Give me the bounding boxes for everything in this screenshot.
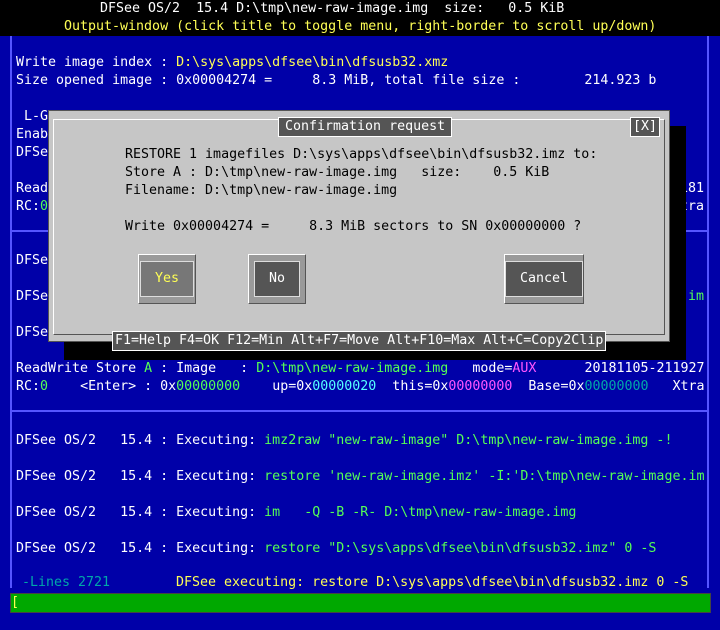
output-line: DFSe: [16, 253, 49, 268]
cancel-button[interactable]: Cancel: [504, 254, 584, 304]
no-button[interactable]: No: [248, 254, 306, 304]
readwrite-line: ReadWrite Store A : Image : D:\tmp\new-r…: [16, 361, 705, 376]
yes-button[interactable]: Yes: [138, 254, 196, 304]
dialog-message-line: Store A : D:\tmp\new-raw-image.img size:…: [125, 165, 550, 180]
exec-line: DFSee OS/2 15.4 : Executing: imz2raw "ne…: [16, 433, 673, 448]
output-line: DFSe: [16, 325, 49, 340]
command-bracket: [: [11, 595, 20, 610]
output-line: L-G: [16, 109, 49, 124]
command-input[interactable]: [: [10, 593, 711, 613]
output-line: Write image index : D:\sys\apps\dfsee\bi…: [16, 55, 449, 70]
frame-left: [10, 36, 12, 588]
dialog-message-line: Write 0x00004274 = 8.3 MiB sectors to SN…: [125, 219, 582, 234]
exec-line: DFSee OS/2 15.4 : Executing: restore "D:…: [16, 541, 657, 556]
dialog-frame: Confirmation request [X] RESTORE 1 image…: [53, 117, 665, 351]
output-line: RC:0: [16, 199, 49, 214]
executing-status: DFSee executing: restore D:\sys\apps\dfs…: [176, 575, 689, 590]
window-title: DFSee OS/2 15.4 D:\tmp\new-raw-image.img…: [100, 1, 565, 16]
confirmation-dialog: Confirmation request [X] RESTORE 1 image…: [48, 110, 670, 351]
exec-line: DFSee OS/2 15.4 : Executing: restore 'ne…: [16, 469, 705, 484]
dialog-message-line: Filename: D:\tmp\new-raw-image.img: [125, 183, 398, 198]
exec-line: DFSee OS/2 15.4 : Executing: im -Q -B -R…: [16, 505, 577, 520]
dialog-key-help: F1=Help F4=OK F12=Min Alt+F7=Move Alt+F1…: [112, 331, 607, 351]
status-bar: -Lines 2721 DFSee executing: restore D:\…: [12, 574, 707, 592]
dialog-title[interactable]: Confirmation request: [278, 117, 453, 137]
separator: [12, 410, 707, 412]
rc-line: RC:0 <Enter> : 0x00000000 up=0x00000020 …: [16, 379, 705, 394]
close-icon[interactable]: [X]: [629, 117, 660, 137]
scroll-border[interactable]: [707, 36, 709, 588]
dialog-message-line: RESTORE 1 imagefiles D:\sys\apps\dfsee\b…: [125, 147, 598, 162]
output-line: Enab: [16, 127, 49, 142]
output-line: Read: [16, 181, 49, 196]
line-count: -Lines 2721: [22, 575, 111, 590]
output-window-title[interactable]: Output-window (click title to toggle men…: [64, 18, 656, 36]
output-line: DFSe: [16, 145, 49, 160]
output-line: DFSe: [16, 289, 49, 304]
output-line: Size opened image : 0x00004274 = 8.3 MiB…: [16, 73, 657, 88]
